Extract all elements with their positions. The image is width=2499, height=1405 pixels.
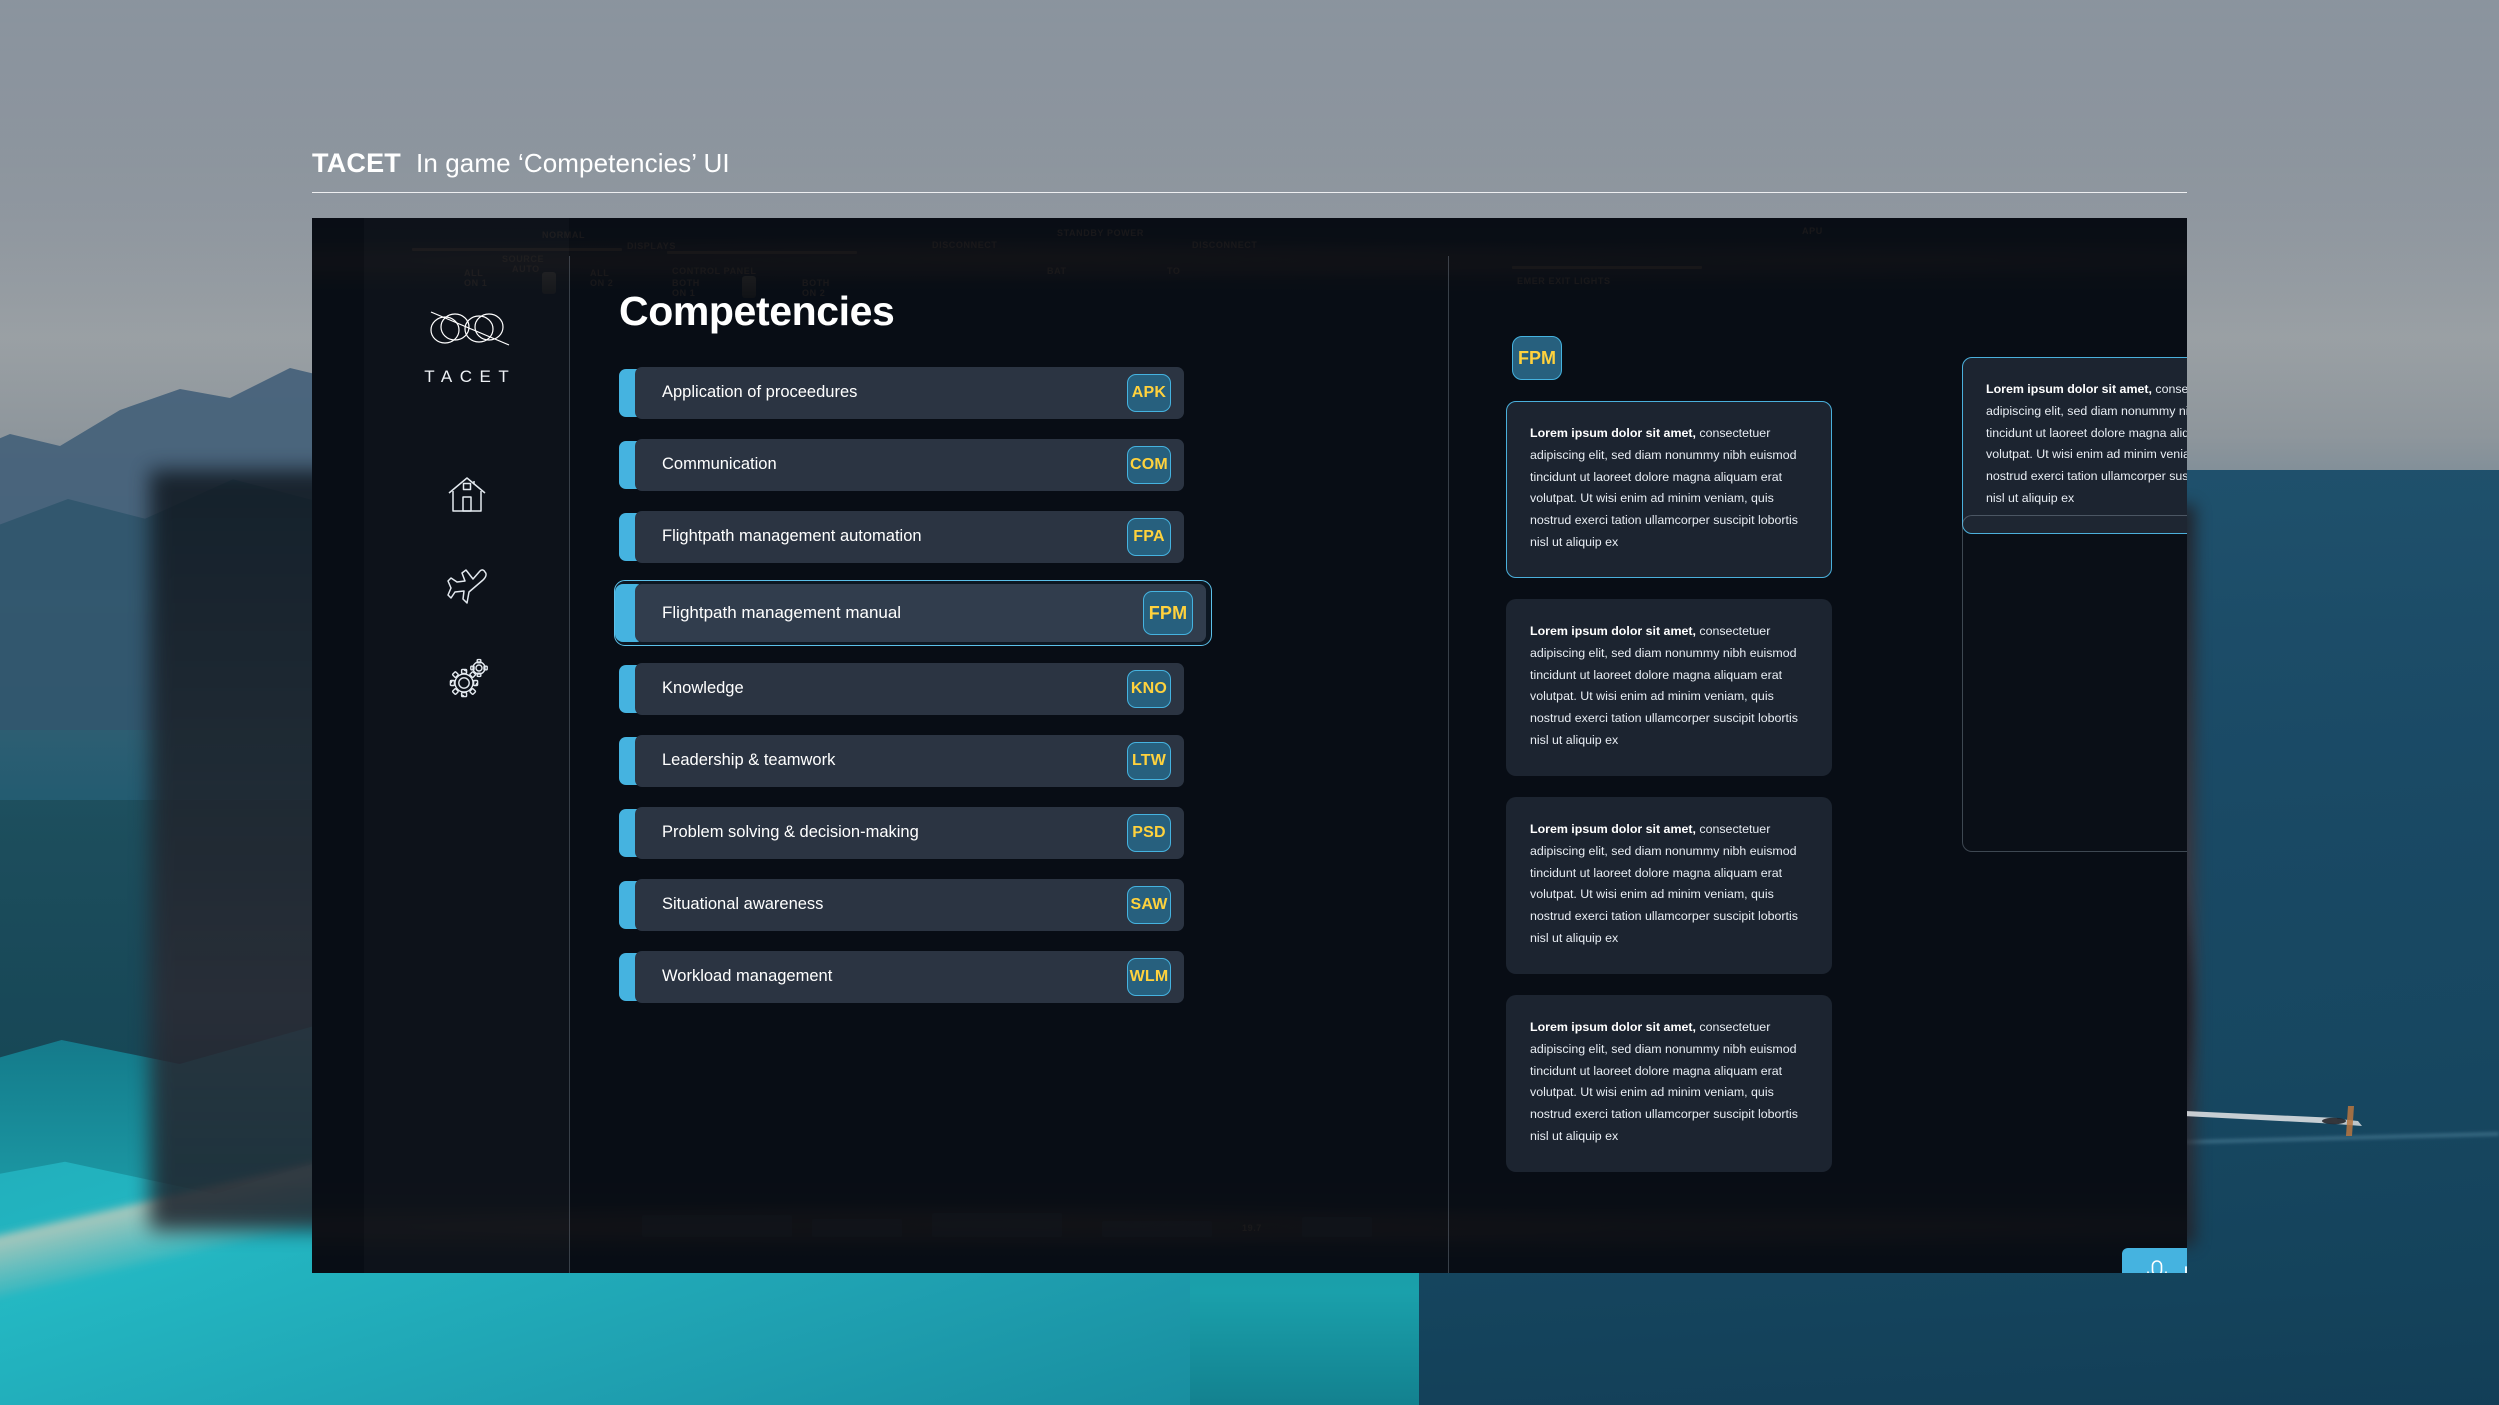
page-title: Competencies: [619, 288, 895, 334]
app-window: NORMAL DISPLAYS SOURCE AUTO ALLON 1 ALLO…: [312, 218, 2187, 1273]
add-audio-recording-button[interactable]: Add audio recording: [2122, 1248, 2187, 1273]
window-columns: TACET Competencies Application of procee…: [312, 218, 2187, 1273]
brand-logo: TACET: [417, 303, 516, 387]
competency-row-body: Situational awareness SAW: [635, 879, 1184, 931]
competency-row-body: Workload management WLM: [635, 951, 1184, 1003]
competency-row-body: Problem solving & decision-making PSD: [635, 807, 1184, 859]
sidebar-item-aircraft[interactable]: [429, 547, 505, 623]
competency-label: Knowledge: [662, 679, 744, 698]
add-audio-icons: [2144, 1259, 2187, 1273]
competency-row-body: Leadership & teamwork LTW: [635, 735, 1184, 787]
competency-code-badge: SAW: [1127, 886, 1171, 924]
header-subtitle: In game ‘Competencies’ UI: [416, 148, 730, 178]
note-detail-text: Lorem ipsum dolor sit amet, consectetuer…: [1986, 379, 2187, 510]
competency-code-badge: FPM: [1143, 591, 1193, 635]
airplane-icon: [446, 569, 487, 604]
competency-label: Communication: [662, 455, 777, 474]
note-lead: Lorem ipsum dolor sit amet,: [1986, 382, 2152, 396]
competency-row-body: Communication COM: [635, 439, 1184, 491]
workspace-actions: Add audio recording Save: [2122, 1248, 2187, 1273]
competency-row-body: Flightpath management automation FPA: [635, 511, 1184, 563]
competency-label: Application of proceedures: [662, 383, 858, 402]
competency-label: Flightpath management manual: [662, 603, 902, 623]
sidebar-item-settings[interactable]: [429, 639, 505, 715]
header-brand: TACET: [312, 148, 401, 178]
note-body: consectetuer adipiscing elit, sed diam n…: [1530, 1019, 1798, 1144]
competency-list: Application of proceedures APK Communica…: [614, 364, 1408, 1006]
competency-label: Leadership & teamwork: [662, 751, 836, 770]
media-placeholder-pane[interactable]: [1962, 515, 2187, 852]
competency-row-com[interactable]: Communication COM: [619, 436, 1184, 494]
note-card-3[interactable]: Lorem ipsum dolor sit amet, consectetuer…: [1506, 796, 1832, 974]
active-competency-tag[interactable]: FPM: [1512, 336, 1562, 380]
competency-code-badge: PSD: [1127, 814, 1171, 852]
gears-icon: [449, 658, 488, 698]
competency-code-badge: LTW: [1127, 742, 1171, 780]
brand-wordmark: TACET: [424, 367, 517, 386]
competency-row-apk[interactable]: Application of proceedures APK: [619, 364, 1184, 422]
competency-row-kno[interactable]: Knowledge KNO: [619, 660, 1184, 718]
competency-code-badge: FPA: [1127, 518, 1171, 556]
competency-label: Flightpath management automation: [662, 527, 922, 546]
note-lead: Lorem ipsum dolor sit amet,: [1530, 821, 1696, 836]
competency-code-badge: APK: [1127, 374, 1171, 412]
competency-code-badge: KNO: [1127, 670, 1171, 708]
note-lead: Lorem ipsum dolor sit amet,: [1530, 426, 1696, 440]
competency-row-ltw[interactable]: Leadership & teamwork LTW: [619, 732, 1184, 790]
note-body: consectetuer adipiscing elit, sed diam n…: [1530, 821, 1798, 946]
tacet-logo-icon: [429, 311, 509, 346]
note-body: consectetuer adipiscing elit, sed diam n…: [1986, 382, 2187, 506]
notes-list: Lorem ipsum dolor sit amet, consectetuer…: [1506, 401, 1832, 1193]
competency-row-body: Knowledge KNO: [635, 663, 1184, 715]
competency-row-saw[interactable]: Situational awareness SAW: [619, 876, 1184, 934]
workspace-column: FPM Lorem ipsum dolor sit amet, consecte…: [1448, 218, 2187, 1273]
note-lead: Lorem ipsum dolor sit amet,: [1530, 1019, 1696, 1034]
competencies-column: Competencies Application of proceedures …: [569, 218, 1448, 1273]
competency-row-fpm[interactable]: Flightpath management manual FPM: [614, 580, 1212, 646]
note-body: consectetuer adipiscing elit, sed diam n…: [1530, 623, 1798, 748]
competency-label: Problem solving & decision-making: [662, 823, 919, 842]
note-text: Lorem ipsum dolor sit amet, consectetuer…: [1530, 621, 1808, 752]
header-divider: [312, 192, 2187, 193]
note-text: Lorem ipsum dolor sit amet, consectetuer…: [1530, 819, 1808, 950]
note-lead: Lorem ipsum dolor sit amet,: [1530, 623, 1696, 638]
note-text: Lorem ipsum dolor sit amet, consectetuer…: [1530, 423, 1808, 554]
note-detail-card[interactable]: Lorem ipsum dolor sit amet, consectetuer…: [1962, 357, 2187, 534]
note-card-2[interactable]: Lorem ipsum dolor sit amet, consectetuer…: [1506, 598, 1832, 776]
competency-code-badge: WLM: [1127, 958, 1171, 996]
note-card-1[interactable]: Lorem ipsum dolor sit amet, consectetuer…: [1506, 401, 1832, 578]
note-card-4[interactable]: Lorem ipsum dolor sit amet, consectetuer…: [1506, 994, 1832, 1172]
competency-code-badge: COM: [1127, 446, 1171, 484]
note-body: consectetuer adipiscing elit, sed diam n…: [1530, 426, 1798, 550]
background-aircraft-icon: [2164, 1106, 2362, 1136]
plus-icon: [2185, 1266, 2187, 1273]
home-icon: [448, 477, 485, 512]
note-text: Lorem ipsum dolor sit amet, consectetuer…: [1530, 1017, 1808, 1148]
competency-label: Situational awareness: [662, 895, 824, 914]
competency-row-fpa[interactable]: Flightpath management automation FPA: [619, 508, 1184, 566]
sidebar-item-home[interactable]: [429, 457, 505, 533]
competency-row-body: Application of proceedures APK: [635, 367, 1184, 419]
competency-label: Workload management: [662, 967, 833, 986]
competency-row-wlm[interactable]: Workload management WLM: [619, 948, 1184, 1006]
competency-row-body: Flightpath management manual FPM: [635, 584, 1206, 642]
microphone-icon: [2147, 1260, 2167, 1273]
competency-row-psd[interactable]: Problem solving & decision-making PSD: [619, 804, 1184, 862]
nav-rail: TACET: [364, 218, 569, 1273]
page-header: TACET In game ‘Competencies’ UI: [312, 148, 2187, 193]
